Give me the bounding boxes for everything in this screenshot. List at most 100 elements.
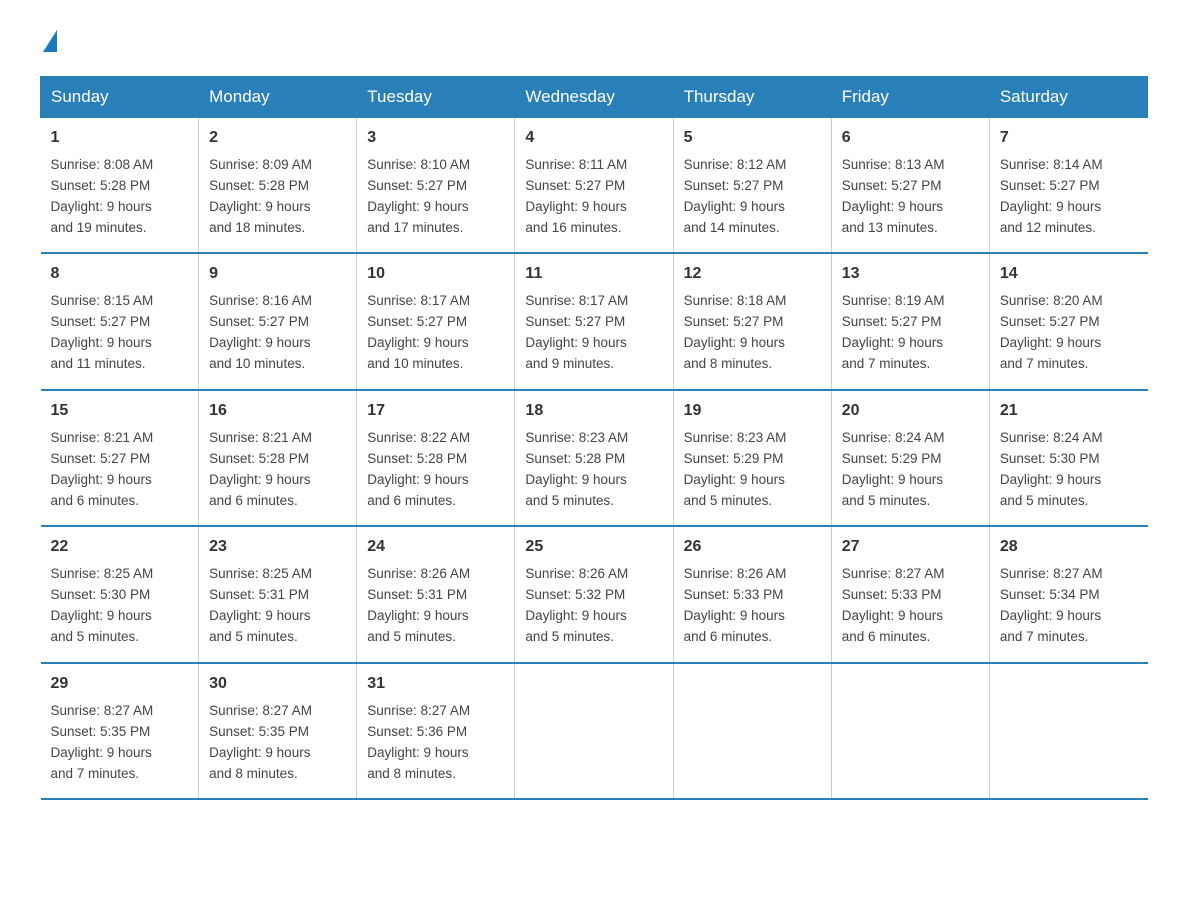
header-friday: Friday bbox=[831, 77, 989, 118]
calendar-cell: 2 Sunrise: 8:09 AMSunset: 5:28 PMDaylight… bbox=[199, 118, 357, 254]
day-number: 10 bbox=[367, 262, 504, 287]
day-number: 19 bbox=[684, 399, 821, 424]
calendar-cell: 9 Sunrise: 8:16 AMSunset: 5:27 PMDaylight… bbox=[199, 253, 357, 389]
day-number: 30 bbox=[209, 672, 346, 697]
day-number: 23 bbox=[209, 535, 346, 560]
day-info: Sunrise: 8:27 AMSunset: 5:33 PMDaylight:… bbox=[842, 564, 979, 648]
day-info: Sunrise: 8:23 AMSunset: 5:28 PMDaylight:… bbox=[525, 428, 662, 512]
calendar-cell: 4 Sunrise: 8:11 AMSunset: 5:27 PMDaylight… bbox=[515, 118, 673, 254]
calendar-week-row: 1 Sunrise: 8:08 AMSunset: 5:28 PMDaylight… bbox=[41, 118, 1148, 254]
calendar-week-row: 8 Sunrise: 8:15 AMSunset: 5:27 PMDaylight… bbox=[41, 253, 1148, 389]
day-number: 22 bbox=[51, 535, 189, 560]
header-wednesday: Wednesday bbox=[515, 77, 673, 118]
calendar-cell: 29 Sunrise: 8:27 AMSunset: 5:35 PMDayligh… bbox=[41, 663, 199, 799]
day-info: Sunrise: 8:25 AMSunset: 5:31 PMDaylight:… bbox=[209, 564, 346, 648]
day-number: 4 bbox=[525, 126, 662, 151]
calendar-cell bbox=[673, 663, 831, 799]
header-sunday: Sunday bbox=[41, 77, 199, 118]
day-number: 15 bbox=[51, 399, 189, 424]
day-info: Sunrise: 8:25 AMSunset: 5:30 PMDaylight:… bbox=[51, 564, 189, 648]
day-number: 3 bbox=[367, 126, 504, 151]
day-info: Sunrise: 8:09 AMSunset: 5:28 PMDaylight:… bbox=[209, 155, 346, 239]
calendar-cell: 5Sunrise: 8:12 AMSunset: 5:27 PMDaylight… bbox=[673, 118, 831, 254]
day-info: Sunrise: 8:26 AMSunset: 5:32 PMDaylight:… bbox=[525, 564, 662, 648]
day-info: Sunrise: 8:17 AMSunset: 5:27 PMDaylight:… bbox=[367, 291, 504, 375]
calendar-cell: 10 Sunrise: 8:17 AMSunset: 5:27 PMDayligh… bbox=[357, 253, 515, 389]
calendar-cell: 22 Sunrise: 8:25 AMSunset: 5:30 PMDayligh… bbox=[41, 526, 199, 662]
day-number: 14 bbox=[1000, 262, 1138, 287]
calendar-cell bbox=[515, 663, 673, 799]
day-info: Sunrise: 8:18 AMSunset: 5:27 PMDaylight:… bbox=[684, 291, 821, 375]
day-info: Sunrise: 8:27 AMSunset: 5:35 PMDaylight:… bbox=[209, 701, 346, 785]
day-info: Sunrise: 8:27 AMSunset: 5:36 PMDaylight:… bbox=[367, 701, 504, 785]
day-info: Sunrise: 8:19 AMSunset: 5:27 PMDaylight:… bbox=[842, 291, 979, 375]
day-number: 17 bbox=[367, 399, 504, 424]
day-info: Sunrise: 8:11 AMSunset: 5:27 PMDaylight:… bbox=[525, 155, 662, 239]
calendar-week-row: 15 Sunrise: 8:21 AMSunset: 5:27 PMDayligh… bbox=[41, 390, 1148, 526]
calendar-cell: 25 Sunrise: 8:26 AMSunset: 5:32 PMDayligh… bbox=[515, 526, 673, 662]
day-number: 29 bbox=[51, 672, 189, 697]
day-number: 21 bbox=[1000, 399, 1138, 424]
day-info: Sunrise: 8:08 AMSunset: 5:28 PMDaylight:… bbox=[51, 155, 189, 239]
day-number: 11 bbox=[525, 262, 662, 287]
calendar-cell: 3 Sunrise: 8:10 AMSunset: 5:27 PMDaylight… bbox=[357, 118, 515, 254]
day-number: 18 bbox=[525, 399, 662, 424]
header-monday: Monday bbox=[199, 77, 357, 118]
day-number: 24 bbox=[367, 535, 504, 560]
calendar-cell: 13 Sunrise: 8:19 AMSunset: 5:27 PMDayligh… bbox=[831, 253, 989, 389]
day-number: 25 bbox=[525, 535, 662, 560]
day-number: 31 bbox=[367, 672, 504, 697]
logo-triangle-icon bbox=[43, 30, 57, 52]
day-info: Sunrise: 8:14 AMSunset: 5:27 PMDaylight:… bbox=[1000, 155, 1138, 239]
calendar-cell: 1 Sunrise: 8:08 AMSunset: 5:28 PMDaylight… bbox=[41, 118, 199, 254]
day-number: 27 bbox=[842, 535, 979, 560]
logo bbox=[40, 30, 57, 56]
header-thursday: Thursday bbox=[673, 77, 831, 118]
day-info: Sunrise: 8:10 AMSunset: 5:27 PMDaylight:… bbox=[367, 155, 504, 239]
calendar-cell: 15 Sunrise: 8:21 AMSunset: 5:27 PMDayligh… bbox=[41, 390, 199, 526]
calendar-cell: 8 Sunrise: 8:15 AMSunset: 5:27 PMDaylight… bbox=[41, 253, 199, 389]
calendar-table: SundayMondayTuesdayWednesdayThursdayFrid… bbox=[40, 76, 1148, 800]
calendar-cell bbox=[831, 663, 989, 799]
calendar-cell: 23 Sunrise: 8:25 AMSunset: 5:31 PMDayligh… bbox=[199, 526, 357, 662]
day-info: Sunrise: 8:13 AMSunset: 5:27 PMDaylight:… bbox=[842, 155, 979, 239]
calendar-cell: 30 Sunrise: 8:27 AMSunset: 5:35 PMDayligh… bbox=[199, 663, 357, 799]
calendar-cell: 17Sunrise: 8:22 AMSunset: 5:28 PMDayligh… bbox=[357, 390, 515, 526]
day-number: 2 bbox=[209, 126, 346, 151]
header-saturday: Saturday bbox=[989, 77, 1147, 118]
calendar-cell: 12Sunrise: 8:18 AMSunset: 5:27 PMDayligh… bbox=[673, 253, 831, 389]
day-info: Sunrise: 8:26 AMSunset: 5:31 PMDaylight:… bbox=[367, 564, 504, 648]
day-info: Sunrise: 8:27 AMSunset: 5:35 PMDaylight:… bbox=[51, 701, 189, 785]
day-info: Sunrise: 8:20 AMSunset: 5:27 PMDaylight:… bbox=[1000, 291, 1138, 375]
day-number: 16 bbox=[209, 399, 346, 424]
calendar-cell: 7 Sunrise: 8:14 AMSunset: 5:27 PMDaylight… bbox=[989, 118, 1147, 254]
calendar-cell: 20 Sunrise: 8:24 AMSunset: 5:29 PMDayligh… bbox=[831, 390, 989, 526]
calendar-cell: 28Sunrise: 8:27 AMSunset: 5:34 PMDayligh… bbox=[989, 526, 1147, 662]
calendar-cell: 27 Sunrise: 8:27 AMSunset: 5:33 PMDayligh… bbox=[831, 526, 989, 662]
day-number: 7 bbox=[1000, 126, 1138, 151]
calendar-cell: 26Sunrise: 8:26 AMSunset: 5:33 PMDayligh… bbox=[673, 526, 831, 662]
day-number: 26 bbox=[684, 535, 821, 560]
calendar-cell: 19Sunrise: 8:23 AMSunset: 5:29 PMDayligh… bbox=[673, 390, 831, 526]
day-info: Sunrise: 8:12 AMSunset: 5:27 PMDaylight:… bbox=[684, 155, 821, 239]
day-number: 6 bbox=[842, 126, 979, 151]
day-number: 13 bbox=[842, 262, 979, 287]
calendar-cell: 14 Sunrise: 8:20 AMSunset: 5:27 PMDayligh… bbox=[989, 253, 1147, 389]
day-info: Sunrise: 8:17 AMSunset: 5:27 PMDaylight:… bbox=[525, 291, 662, 375]
day-number: 8 bbox=[51, 262, 189, 287]
day-number: 20 bbox=[842, 399, 979, 424]
calendar-header-row: SundayMondayTuesdayWednesdayThursdayFrid… bbox=[41, 77, 1148, 118]
day-info: Sunrise: 8:16 AMSunset: 5:27 PMDaylight:… bbox=[209, 291, 346, 375]
day-info: Sunrise: 8:24 AMSunset: 5:30 PMDaylight:… bbox=[1000, 428, 1138, 512]
calendar-week-row: 29 Sunrise: 8:27 AMSunset: 5:35 PMDayligh… bbox=[41, 663, 1148, 799]
day-info: Sunrise: 8:27 AMSunset: 5:34 PMDaylight:… bbox=[1000, 564, 1138, 648]
day-info: Sunrise: 8:24 AMSunset: 5:29 PMDaylight:… bbox=[842, 428, 979, 512]
calendar-cell: 31 Sunrise: 8:27 AMSunset: 5:36 PMDayligh… bbox=[357, 663, 515, 799]
calendar-cell: 24 Sunrise: 8:26 AMSunset: 5:31 PMDayligh… bbox=[357, 526, 515, 662]
day-info: Sunrise: 8:21 AMSunset: 5:27 PMDaylight:… bbox=[51, 428, 189, 512]
day-info: Sunrise: 8:15 AMSunset: 5:27 PMDaylight:… bbox=[51, 291, 189, 375]
calendar-cell bbox=[989, 663, 1147, 799]
day-number: 1 bbox=[51, 126, 189, 151]
day-number: 9 bbox=[209, 262, 346, 287]
calendar-week-row: 22 Sunrise: 8:25 AMSunset: 5:30 PMDayligh… bbox=[41, 526, 1148, 662]
